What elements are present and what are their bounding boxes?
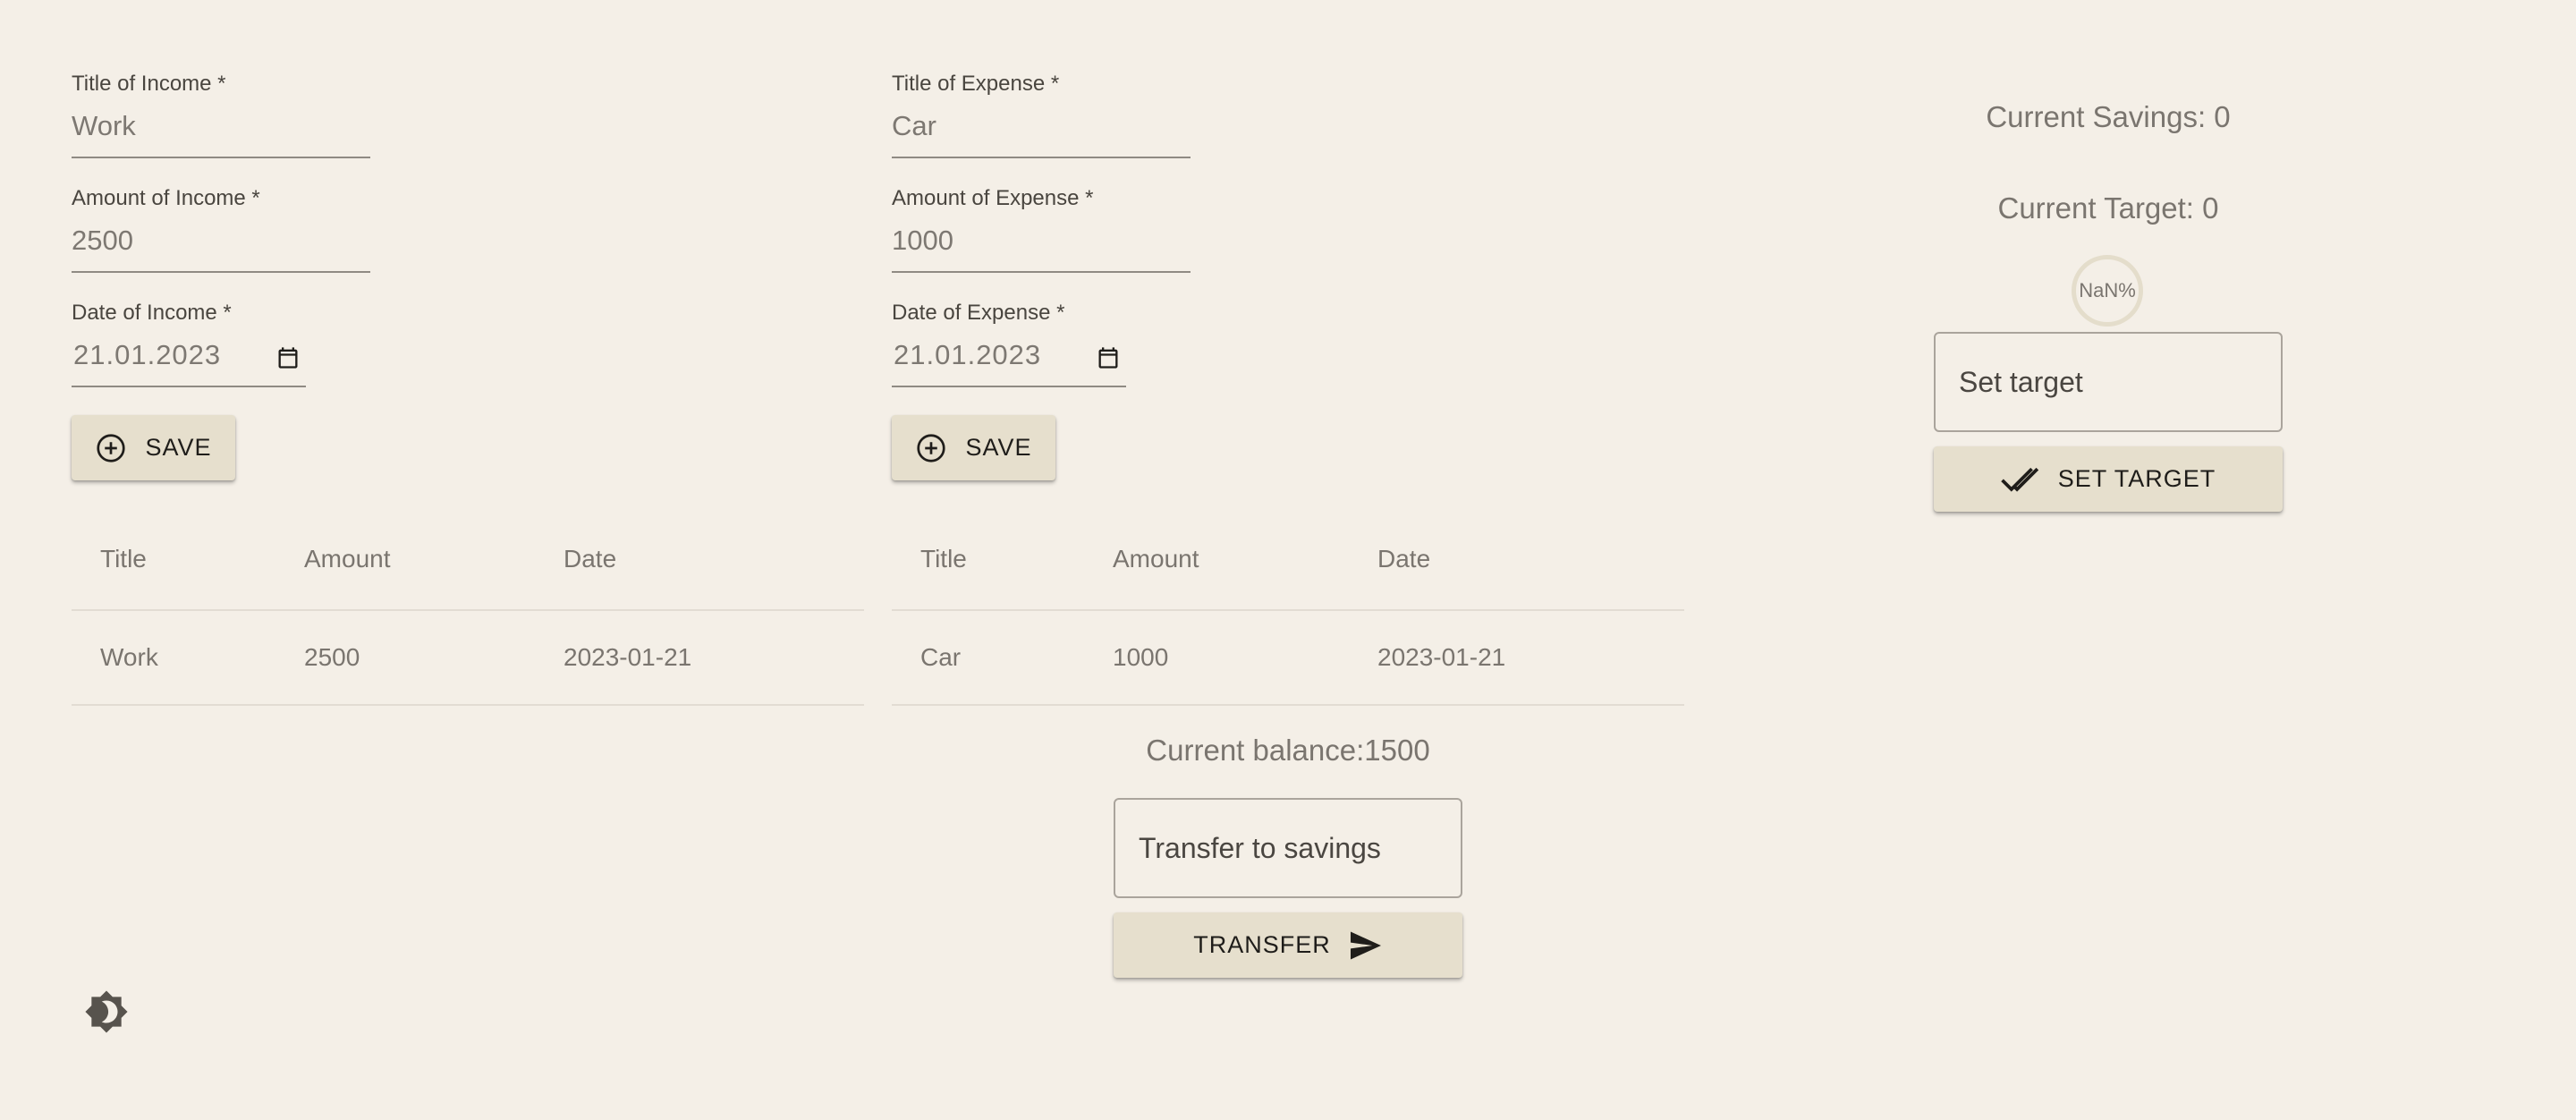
income-row-title: Work: [100, 643, 158, 671]
income-title-value[interactable]: Work: [72, 110, 136, 142]
expense-row-amount: 1000: [1113, 643, 1169, 671]
expense-date-value[interactable]: 21.01.2023: [894, 339, 1041, 371]
add-circle-icon: [97, 433, 126, 462]
current-savings: Current Savings: 0: [1986, 100, 2231, 133]
expense-date-label: Date of Expense *: [892, 301, 1065, 325]
divider: [892, 609, 1684, 611]
income-amount-value[interactable]: 2500: [72, 225, 133, 257]
income-save-button[interactable]: SAVE: [72, 415, 235, 480]
expense-amount-value[interactable]: 1000: [892, 225, 953, 257]
expense-table: Title Amount Date Car 1000 2023-01-21: [892, 537, 1684, 707]
income-row-amount: 2500: [304, 643, 360, 671]
expense-header-date: Date: [1377, 545, 1431, 573]
income-title-field[interactable]: Title of Income * Work: [72, 72, 370, 158]
expense-save-button[interactable]: SAVE: [892, 415, 1055, 480]
income-title-label: Title of Income *: [72, 72, 226, 96]
transfer-input[interactable]: Transfer to savings: [1114, 798, 1462, 898]
target-placeholder: Set target: [1959, 365, 2083, 398]
transfer-button[interactable]: TRANSFER: [1114, 912, 1462, 978]
income-table: Title Amount Date Work 2500 2023-01-21: [72, 537, 864, 707]
target-progress-value: NaN%: [2079, 279, 2136, 301]
current-target: Current Target: 0: [1997, 191, 2219, 225]
income-header-amount: Amount: [304, 545, 391, 573]
set-target-label: SET TARGET: [2057, 465, 2216, 492]
income-date-field[interactable]: Date of Income * 21.01.2023: [72, 301, 306, 387]
expense-date-field[interactable]: Date of Expense * 21.01.2023: [892, 301, 1126, 387]
divider: [72, 704, 864, 706]
expense-row-title: Car: [920, 643, 962, 671]
calendar-icon[interactable]: [275, 345, 301, 370]
expense-header-title: Title: [920, 545, 967, 573]
income-header-date: Date: [564, 545, 617, 573]
expense-save-label: SAVE: [965, 434, 1032, 461]
income-save-label: SAVE: [145, 434, 212, 461]
income-date-label: Date of Income *: [72, 301, 232, 325]
add-circle-icon: [917, 433, 946, 462]
transfer-label: TRANSFER: [1193, 931, 1331, 958]
expense-amount-field[interactable]: Amount of Expense * 1000: [892, 186, 1191, 273]
set-target-button[interactable]: SET TARGET: [1934, 446, 2283, 512]
target-input[interactable]: Set target: [1934, 332, 2283, 432]
income-amount-field[interactable]: Amount of Income * 2500: [72, 186, 370, 273]
calendar-icon[interactable]: [1096, 345, 1121, 370]
expense-title-field[interactable]: Title of Expense * Car: [892, 72, 1191, 158]
divider: [72, 609, 864, 611]
current-balance: Current balance:1500: [1146, 734, 1430, 767]
brightness-toggle-icon[interactable]: [84, 989, 129, 1034]
transfer-placeholder: Transfer to savings: [1139, 831, 1381, 864]
divider: [892, 704, 1684, 706]
expense-title-value[interactable]: Car: [892, 110, 936, 142]
target-progress: NaN%: [2072, 255, 2143, 327]
income-header-title: Title: [100, 545, 147, 573]
expense-amount-label: Amount of Expense *: [892, 186, 1094, 210]
income-date-value[interactable]: 21.01.2023: [73, 339, 221, 371]
income-amount-label: Amount of Income *: [72, 186, 260, 210]
expense-header-amount: Amount: [1113, 545, 1199, 573]
expense-row-date: 2023-01-21: [1377, 643, 1506, 671]
income-row-date: 2023-01-21: [564, 643, 692, 671]
done-all-icon: [2000, 467, 2038, 492]
expense-title-label: Title of Expense *: [892, 72, 1060, 96]
send-icon: [1350, 931, 1381, 959]
